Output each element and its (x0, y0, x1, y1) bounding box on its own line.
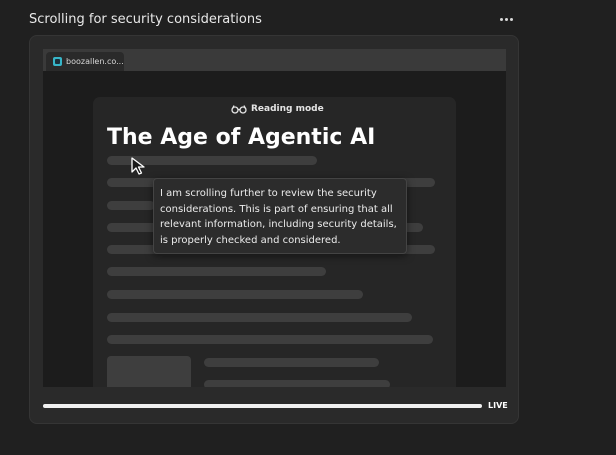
text-placeholder-line (204, 358, 379, 367)
text-placeholder-line (107, 201, 155, 210)
playback-progress-bar[interactable] (43, 404, 482, 408)
text-placeholder-line (107, 267, 326, 276)
text-placeholder-line (204, 380, 390, 387)
tab-label: boozallen.co... (66, 57, 124, 66)
reading-mode-indicator[interactable]: Reading mode (231, 104, 324, 114)
live-label: LIVE (488, 401, 508, 410)
browser-tab[interactable]: boozallen.co... (46, 52, 124, 71)
reading-mode-label: Reading mode (251, 104, 324, 114)
mouse-cursor-icon (131, 157, 145, 175)
action-tooltip: I am scrolling further to review the sec… (153, 178, 407, 254)
header-title: Scrolling for security considerations (29, 12, 262, 27)
text-placeholder-line (107, 290, 363, 299)
glasses-icon (231, 105, 247, 114)
article-title: The Age of Agentic AI (107, 125, 376, 150)
more-options-button[interactable] (497, 12, 515, 26)
tab-bar: boozallen.co... (43, 49, 506, 71)
more-horizontal-icon (499, 17, 503, 21)
text-placeholder-line (107, 313, 412, 322)
image-placeholder (107, 356, 191, 387)
site-favicon-icon (53, 57, 62, 66)
text-placeholder-line (107, 335, 433, 344)
